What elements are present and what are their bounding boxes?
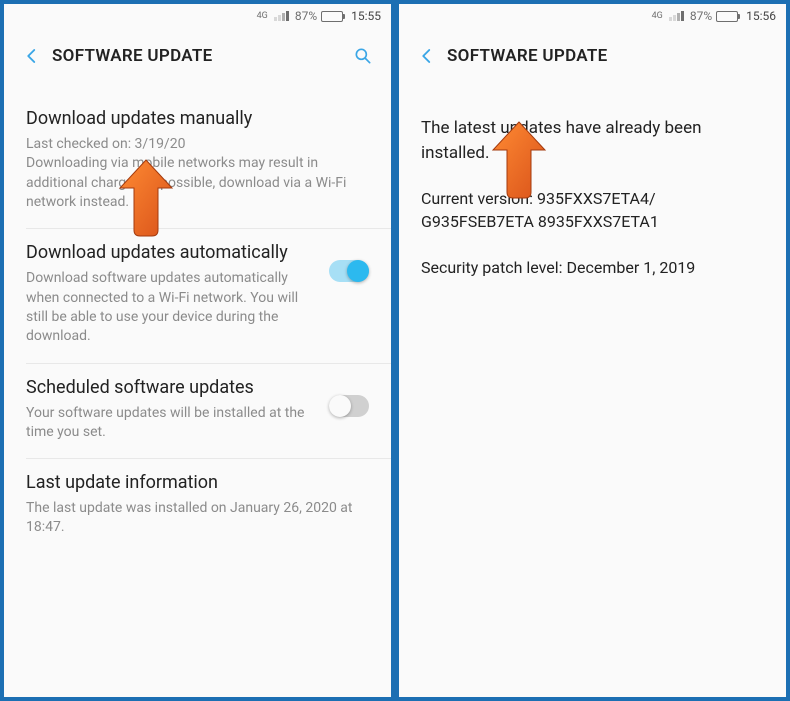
settings-list: Download updates manually Last checked o… bbox=[4, 84, 391, 554]
app-bar: SOFTWARE UPDATE bbox=[399, 28, 786, 84]
download-auto-item[interactable]: Download updates automatically Download … bbox=[4, 228, 391, 362]
update-message: The latest updates have already been ins… bbox=[421, 116, 764, 165]
page-title: SOFTWARE UPDATE bbox=[52, 46, 343, 66]
status-bar: 4G 87% 15:56 bbox=[399, 4, 786, 28]
page-title: SOFTWARE UPDATE bbox=[447, 46, 778, 66]
phone-left: 4G 87% 15:55 SOFTWARE UPDATE Download up… bbox=[0, 0, 395, 701]
signal-icon bbox=[274, 11, 289, 21]
download-auto-title: Download updates automatically bbox=[26, 242, 317, 263]
scheduled-updates-item[interactable]: Scheduled software updates Your software… bbox=[4, 363, 391, 459]
scheduled-updates-desc: Your software updates will be installed … bbox=[26, 404, 317, 443]
status-bar: 4G 87% 15:55 bbox=[4, 4, 391, 28]
status-clock: 15:55 bbox=[351, 9, 381, 23]
last-update-info-desc: The last update was installed on January… bbox=[26, 499, 369, 538]
network-label: 4G bbox=[257, 12, 268, 21]
app-bar: SOFTWARE UPDATE bbox=[4, 28, 391, 84]
last-update-info-title: Last update information bbox=[26, 472, 369, 493]
battery-icon bbox=[321, 11, 343, 22]
search-icon bbox=[353, 46, 373, 66]
last-update-info-item[interactable]: Last update information The last update … bbox=[4, 458, 391, 554]
battery-percent: 87% bbox=[690, 9, 712, 23]
scheduled-updates-toggle[interactable] bbox=[329, 395, 369, 417]
signal-icon bbox=[669, 11, 684, 21]
update-result: The latest updates have already been ins… bbox=[399, 84, 786, 279]
download-auto-toggle[interactable] bbox=[329, 260, 369, 282]
search-button[interactable] bbox=[343, 36, 383, 76]
back-icon bbox=[23, 47, 41, 65]
version-info: Current version: 935FXXS7ETA4/ G935FSEB7… bbox=[421, 187, 764, 233]
security-patch-level: Security patch level: December 1, 2019 bbox=[421, 256, 764, 279]
phone-right: 4G 87% 15:56 SOFTWARE UPDATE The latest … bbox=[395, 0, 790, 701]
back-button[interactable] bbox=[407, 36, 447, 76]
download-auto-desc: Download software updates automatically … bbox=[26, 269, 317, 346]
battery-percent: 87% bbox=[295, 9, 317, 23]
status-clock: 15:56 bbox=[746, 9, 776, 23]
download-manually-title: Download updates manually bbox=[26, 108, 369, 129]
battery-icon bbox=[716, 11, 738, 22]
version-label: Current version: bbox=[421, 189, 533, 208]
back-button[interactable] bbox=[12, 36, 52, 76]
back-icon bbox=[418, 47, 436, 65]
download-manually-desc: Last checked on: 3/19/20 Downloading via… bbox=[26, 135, 369, 212]
network-label: 4G bbox=[652, 12, 663, 21]
download-manually-item[interactable]: Download updates manually Last checked o… bbox=[4, 94, 391, 228]
scheduled-updates-title: Scheduled software updates bbox=[26, 377, 317, 398]
